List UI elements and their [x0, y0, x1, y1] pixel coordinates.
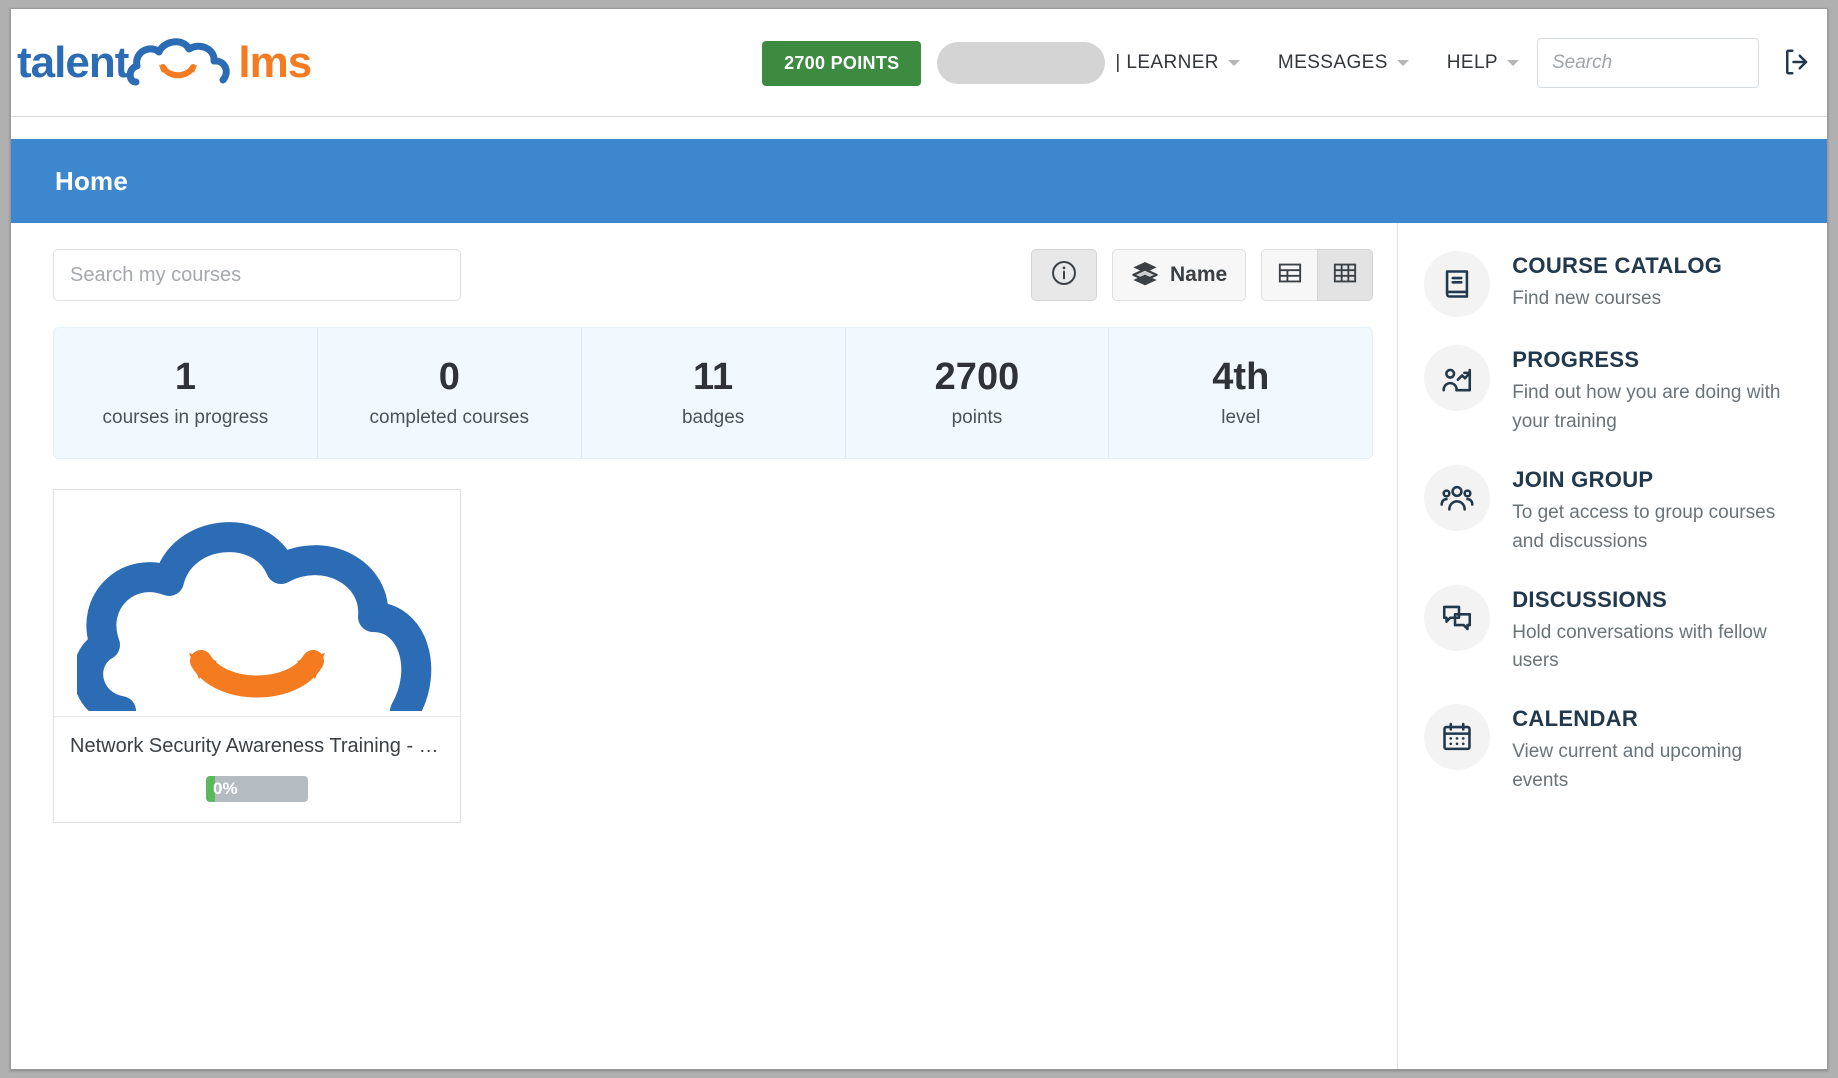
sidebar-item-calendar[interactable]: CALENDAR View current and upcoming event…	[1424, 704, 1797, 796]
page-title: Home	[55, 165, 129, 196]
sidebar-item-desc: Hold conversations with fellow users	[1512, 621, 1767, 672]
course-grid: Network Security Awareness Training - H.…	[53, 489, 1373, 823]
sidebar-item-title: JOIN GROUP	[1512, 466, 1654, 492]
list-view-icon	[1277, 260, 1303, 291]
talentlms-logo[interactable]: talent lms	[17, 34, 312, 91]
info-circle-icon	[1050, 259, 1078, 292]
logo-text-talent: talent	[17, 37, 129, 87]
role-menu-label: LEARNER	[1126, 52, 1219, 73]
stat-value: 11	[693, 356, 734, 399]
sort-by-name-button[interactable]: Name	[1112, 249, 1247, 301]
sidebar-item-join-group[interactable]: JOIN GROUP To get access to group course…	[1424, 464, 1797, 557]
points-badge[interactable]: 2700 POINTS	[762, 40, 922, 86]
grid-view-button[interactable]	[1317, 249, 1374, 301]
chevron-down-icon	[1227, 59, 1240, 66]
logo-text-lms: lms	[238, 37, 312, 87]
progress-person-chart-icon	[1424, 345, 1491, 411]
sidebar-item-texts: DISCUSSIONS Hold conversations with fell…	[1512, 585, 1782, 677]
help-menu[interactable]: HELP	[1445, 46, 1521, 80]
list-view-button[interactable]	[1261, 249, 1318, 301]
stat-label: badges	[681, 406, 745, 428]
stat-value: 1	[174, 356, 196, 399]
sidebar-item-discussions[interactable]: DISCUSSIONS Hold conversations with fell…	[1424, 584, 1797, 677]
cloud-smile-icon	[73, 490, 437, 716]
logout-button[interactable]	[1781, 47, 1811, 80]
chevron-down-icon	[1396, 59, 1409, 66]
messages-menu[interactable]: MESSAGES	[1276, 46, 1411, 80]
stat-label: level	[1221, 406, 1261, 428]
stat-badges: 11 badges	[582, 328, 846, 458]
toolbar-actions: Name	[1031, 249, 1374, 301]
page-body: Name	[11, 223, 1827, 1069]
stat-label: points	[951, 406, 1003, 428]
sidebar-item-desc: Find new courses	[1512, 288, 1662, 309]
stat-value: 0	[438, 356, 460, 399]
sidebar-item-title: COURSE CATALOG	[1512, 253, 1723, 278]
sort-by-name-label: Name	[1170, 263, 1228, 286]
sidebar-item-desc: Find out how you are doing with your tra…	[1512, 382, 1781, 432]
page-title-bar: Home	[11, 139, 1827, 223]
course-thumbnail	[54, 490, 460, 716]
people-group-icon	[1424, 464, 1491, 531]
help-menu-label: HELP	[1446, 52, 1498, 73]
chat-bubbles-icon	[1424, 584, 1491, 651]
sidebar-item-texts: JOIN GROUP To get access to group course…	[1512, 465, 1782, 557]
stat-label: courses in progress	[102, 406, 269, 428]
progress-label: 0%	[213, 779, 238, 798]
application-window: talent lms 2700 POINTS | LEARNER MESSAGE…	[10, 8, 1828, 1070]
header-right-cluster: 2700 POINTS | LEARNER MESSAGES HELP	[762, 9, 1811, 117]
stat-label: completed courses	[369, 406, 529, 428]
view-toggle-group	[1261, 249, 1374, 301]
stat-value: 2700	[934, 356, 1020, 399]
stats-strip: 1 courses in progress 0 completed course…	[53, 327, 1374, 459]
courses-toolbar: Name	[53, 249, 1374, 301]
stat-completed-courses: 0 completed courses	[318, 328, 582, 458]
stat-courses-in-progress: 1 courses in progress	[54, 328, 318, 458]
role-menu-learner[interactable]: LEARNER	[1124, 46, 1242, 80]
book-icon	[1424, 251, 1491, 317]
chevron-down-icon	[1507, 59, 1519, 66]
info-button[interactable]	[1031, 249, 1098, 301]
course-search-input[interactable]	[53, 249, 461, 301]
course-card[interactable]: Network Security Awareness Training - H.…	[53, 489, 461, 823]
calendar-icon	[1424, 704, 1491, 771]
sidebar-item-progress[interactable]: PROGRESS Find out how you are doing with…	[1424, 345, 1797, 437]
sidebar-item-course-catalog[interactable]: COURSE CATALOG Find new courses	[1424, 251, 1797, 317]
course-progress-bar: 0%	[206, 776, 308, 802]
course-info: Network Security Awareness Training - H.…	[54, 716, 460, 822]
stat-value: 4th	[1212, 356, 1270, 399]
course-title: Network Security Awareness Training - H.…	[70, 735, 448, 757]
layers-icon	[1131, 259, 1159, 292]
logout-icon	[1781, 47, 1811, 80]
main-content: Name	[11, 223, 1399, 1069]
sidebar-item-desc: View current and upcoming events	[1512, 741, 1743, 792]
sidebar-item-texts: PROGRESS Find out how you are doing with…	[1512, 345, 1782, 437]
sidebar-item-title: CALENDAR	[1512, 706, 1639, 732]
right-sidebar: COURSE CATALOG Find new courses PROGRESS	[1398, 223, 1827, 1069]
cloud-smile-icon	[126, 34, 242, 91]
global-search-input[interactable]	[1537, 38, 1759, 88]
user-name-pill[interactable]	[937, 42, 1106, 84]
grid-view-icon	[1332, 260, 1358, 291]
sidebar-item-title: DISCUSSIONS	[1512, 586, 1668, 612]
header-separator: |	[1115, 52, 1121, 73]
sidebar-item-desc: To get access to group courses and discu…	[1512, 501, 1776, 552]
top-header: talent lms 2700 POINTS | LEARNER MESSAGE…	[11, 9, 1827, 117]
sidebar-item-texts: COURSE CATALOG Find new courses	[1512, 251, 1722, 314]
messages-menu-label: MESSAGES	[1277, 52, 1388, 73]
stat-level: 4th level	[1109, 328, 1372, 458]
sidebar-item-texts: CALENDAR View current and upcoming event…	[1512, 704, 1782, 796]
sidebar-item-title: PROGRESS	[1512, 347, 1640, 372]
stat-points: 2700 points	[846, 328, 1110, 458]
